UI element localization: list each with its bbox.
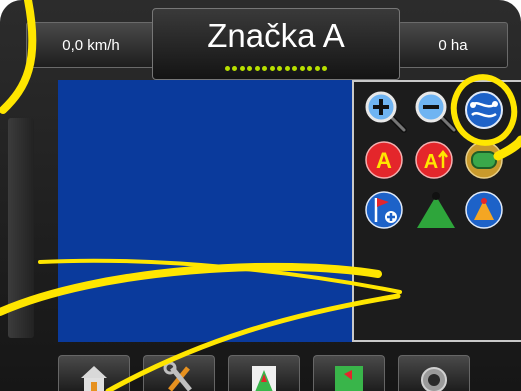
boundary-button[interactable] (464, 140, 503, 179)
indicator-dot (262, 66, 268, 71)
console-screen: 0,0 km/h 0 ha Značka A A A (0, 0, 521, 391)
indicator-dot (269, 66, 275, 71)
indicator-dot (277, 66, 283, 71)
tool-palette: A A (352, 80, 521, 342)
boundary-icon (465, 141, 503, 179)
indicator-dot (254, 66, 260, 71)
vehicle-perspective-icon (417, 192, 455, 228)
overhead-view-button[interactable] (464, 190, 503, 229)
zoom-in-button[interactable] (364, 90, 407, 133)
tab-vehicle-view[interactable] (228, 355, 300, 391)
indicator-dot (247, 66, 253, 71)
tab-tools[interactable] (143, 355, 215, 391)
guidance-header: Značka A (152, 8, 400, 80)
overhead-view-icon (465, 191, 503, 229)
lightbar-indicator (153, 66, 399, 71)
svg-text:A: A (424, 151, 438, 173)
tab-map-view[interactable] (313, 355, 385, 391)
indicator-dot (307, 66, 313, 71)
indicator-dot (299, 66, 305, 71)
indicator-dot (239, 66, 245, 71)
left-side-rail[interactable] (8, 118, 34, 338)
indicator-dot (314, 66, 320, 71)
mark-a-plus-button[interactable]: A (414, 140, 453, 179)
indicator-dot (284, 66, 290, 71)
add-poi-flag-icon (365, 191, 403, 229)
indicator-dot (292, 66, 298, 71)
curved-guideline-button[interactable] (464, 90, 503, 129)
mark-a-plus-icon: A (415, 141, 453, 179)
speed-value: 0,0 km/h (62, 36, 120, 54)
svg-text:A: A (376, 148, 392, 173)
camera-icon (421, 367, 447, 391)
indicator-dot (322, 66, 328, 71)
area-value: 0 ha (438, 36, 468, 54)
tools-icon (163, 361, 192, 391)
indicator-dot (232, 66, 238, 71)
page-title: Značka A (207, 17, 345, 54)
zoom-out-button[interactable] (414, 90, 457, 133)
map-view[interactable] (58, 80, 353, 342)
vehicle-perspective-button[interactable] (414, 190, 455, 228)
bottom-tab-bar (0, 350, 521, 391)
vehicle-view-icon (252, 366, 276, 391)
mark-a-icon: A (365, 141, 403, 179)
mark-a-button[interactable]: A (364, 140, 403, 179)
add-poi-button[interactable] (364, 190, 403, 229)
zoom-out-icon (415, 91, 457, 133)
speed-readout: 0,0 km/h (26, 22, 156, 68)
home-icon (81, 366, 107, 391)
map-view-icon (335, 366, 363, 391)
indicator-dot (224, 66, 230, 71)
tab-camera[interactable] (398, 355, 470, 391)
zoom-in-icon (365, 91, 407, 133)
curved-guideline-icon (465, 91, 503, 129)
area-readout: 0 ha (398, 22, 508, 68)
tab-home[interactable] (58, 355, 130, 391)
